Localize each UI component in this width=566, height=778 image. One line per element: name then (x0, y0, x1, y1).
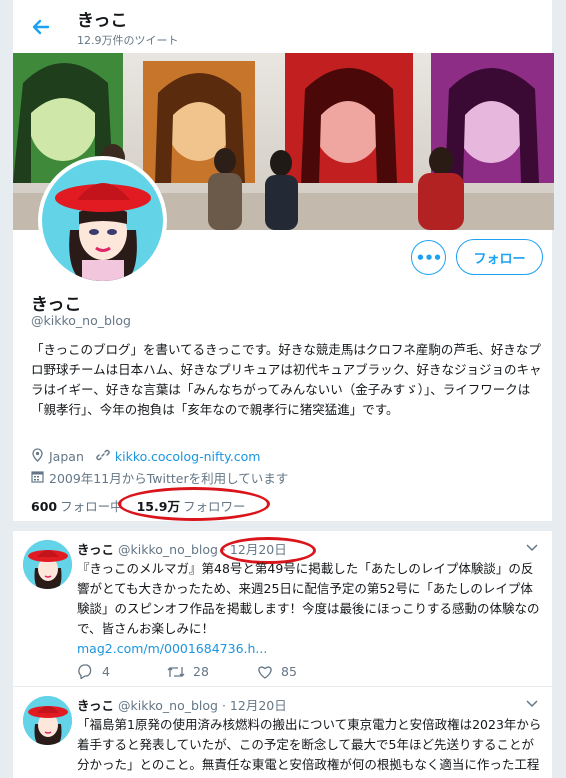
heart-icon (258, 665, 272, 679)
profile-display-name: きっこ (31, 295, 82, 315)
tweet-2[interactable]: きっこ @kikko_no_blog · 12月20日 「福島第1原発の使用済み核… (12, 687, 553, 778)
chevron-down-icon[interactable] (526, 541, 538, 555)
tweet-1[interactable]: きっこ @kikko_no_blog · 12月20日 『きっこのメルマガ』第48… (12, 531, 553, 686)
tweet-text: 『きっこのメルマガ』第48号と第49号に掲載した「あたしのレイプ体験談」の反響が… (77, 559, 543, 659)
more-options-button[interactable]: ••• (411, 240, 446, 275)
followers-count: 15.9万 (136, 499, 180, 514)
profile-bio: 「きっこのブログ」を書いてるきっこです。好きな競走馬はクロフネ産駒の芦毛、好きな… (31, 342, 542, 417)
location-text: Japan (49, 449, 84, 464)
calendar-icon (31, 470, 44, 486)
retweet-count: 28 (193, 664, 209, 679)
tweet-link[interactable]: mag2.com/m/0001684736.h... (77, 641, 267, 656)
follow-button[interactable]: フォロー (456, 239, 543, 275)
retweet-action[interactable]: 28 (167, 664, 257, 679)
chevron-down-icon[interactable] (526, 697, 538, 711)
reply-action[interactable]: 4 (77, 664, 167, 679)
retweet-icon (167, 666, 185, 677)
back-arrow-icon[interactable] (28, 14, 54, 40)
link-icon (96, 448, 110, 465)
tweet-actions: 4 28 85 (77, 664, 347, 679)
profile-meta-location: Japan kikko.cocolog-nifty.com (31, 448, 260, 465)
location-pin-icon (31, 448, 44, 465)
tweet-author-handle[interactable]: @kikko_no_blog (118, 698, 218, 713)
tweet-author-name[interactable]: きっこ (77, 542, 114, 557)
reply-icon (78, 664, 92, 679)
tweet-separator: · (221, 698, 226, 713)
profile-avatar[interactable] (38, 156, 167, 285)
profile-handle: @kikko_no_blog (31, 313, 131, 328)
followers-stat[interactable]: 15.9万 フォロワー (137, 496, 246, 515)
website-link[interactable]: kikko.cocolog-nifty.com (115, 449, 261, 464)
top-bar: きっこ 12.9万件のツイート (13, 0, 552, 53)
tweet-header: きっこ @kikko_no_blog · 12月20日 (77, 539, 287, 558)
tweet-body: 『きっこのメルマガ』第48号と第49号に掲載した「あたしのレイプ体験談」の反響が… (77, 561, 540, 636)
tweet-avatar[interactable] (23, 696, 72, 745)
reply-count: 4 (102, 664, 110, 679)
profile-card: きっこ 12.9万件のツイート ••• フォロー きっこ @kikko_no_b… (12, 0, 554, 521)
tweet-author-handle[interactable]: @kikko_no_blog (118, 542, 218, 557)
like-action[interactable]: 85 (257, 664, 347, 679)
tweet-author-name[interactable]: きっこ (77, 698, 114, 713)
tweet-body: 「福島第1原発の使用済み核燃料の搬出について東京電力と安倍政権は2023年から着… (77, 717, 542, 778)
following-stat[interactable]: 600 フォロー中 (31, 496, 123, 515)
tweet-header: きっこ @kikko_no_blog · 12月20日 (77, 695, 287, 714)
follow-stats: 600 フォロー中 15.9万 フォロワー (31, 496, 245, 515)
like-count: 85 (281, 664, 297, 679)
followers-label: フォロワー (182, 499, 246, 514)
tweet-count: 12.9万件のツイート (77, 34, 179, 47)
tweet-text: 「福島第1原発の使用済み核燃料の搬出について東京電力と安倍政権は2023年から着… (77, 715, 543, 778)
following-count: 600 (31, 499, 58, 514)
tweet-avatar[interactable] (23, 540, 72, 589)
tweet-date[interactable]: 12月20日 (230, 542, 287, 557)
joined-text: 2009年11月からTwitterを利用しています (49, 471, 289, 486)
tweet-date[interactable]: 12月20日 (230, 698, 287, 713)
topbar-name: きっこ (77, 11, 128, 31)
profile-meta-joined: 2009年11月からTwitterを利用しています (31, 468, 288, 487)
tweet-separator: · (221, 542, 226, 557)
following-label: フォロー中 (60, 499, 123, 514)
